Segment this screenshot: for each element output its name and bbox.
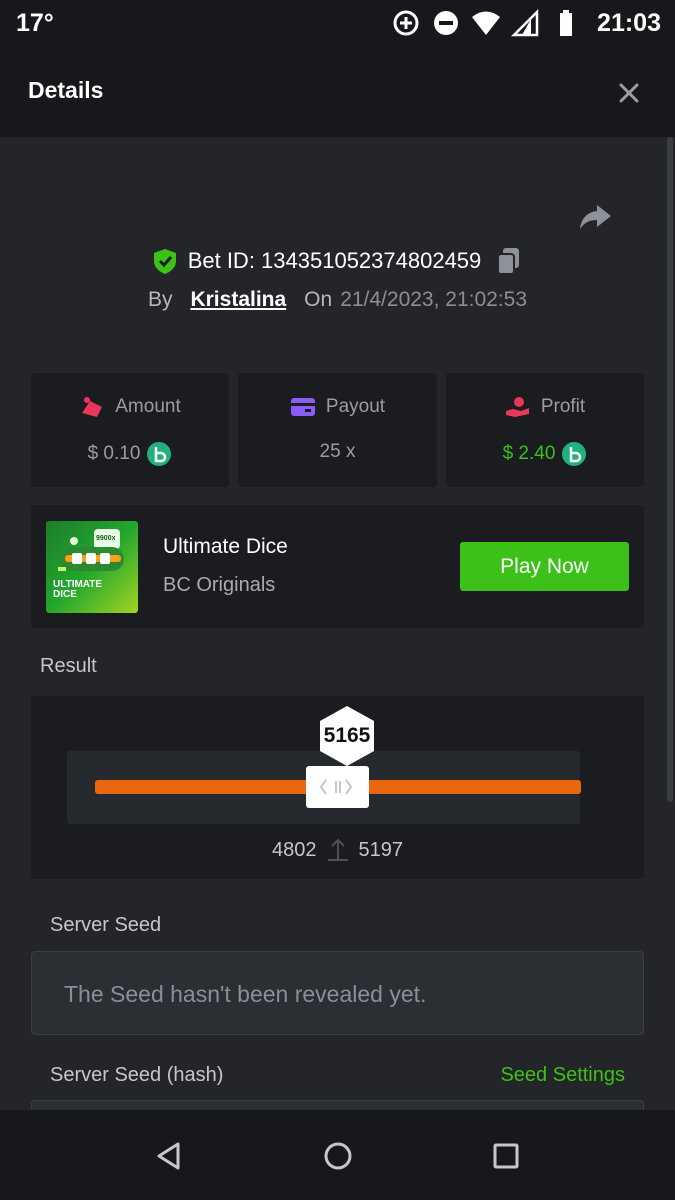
share-icon[interactable]: [577, 199, 613, 235]
thumb-title-2: DICE: [53, 589, 77, 600]
data-saver-icon: [393, 10, 419, 36]
page-title: Details: [28, 77, 104, 103]
payout-label: Payout: [325, 396, 386, 417]
amount-label: Amount: [115, 396, 181, 417]
bcd-coin-icon: [562, 442, 587, 466]
bet-byline: By Kristalina On 21/4/2023, 21:02:53: [0, 288, 675, 312]
payout-icon: [290, 398, 315, 416]
result-label: Result: [40, 655, 97, 677]
back-icon[interactable]: [151, 1138, 187, 1174]
payout-card: Payout 25 x: [238, 373, 437, 487]
bet-date: 21/4/2023, 21:02:53: [340, 288, 528, 311]
system-nav-bar: [0, 1110, 675, 1200]
range-high: 5197: [358, 838, 404, 861]
bcd-coin-icon: [147, 442, 172, 466]
range-arrow-icon: [327, 838, 348, 861]
game-provider: BC Originals: [163, 574, 276, 596]
clock-text: 21:03: [597, 8, 661, 37]
wifi-icon: [472, 11, 501, 35]
close-icon[interactable]: [612, 76, 646, 110]
on-label: On: [304, 288, 333, 311]
server-seed-field[interactable]: The Seed hasn't been revealed yet.: [31, 951, 644, 1035]
game-name: Ultimate Dice: [163, 535, 288, 558]
profit-card: Profit $ 2.40: [446, 373, 644, 487]
copy-icon[interactable]: [495, 246, 523, 276]
server-seed-label: Server Seed: [50, 914, 162, 936]
scrollbar[interactable]: [667, 137, 673, 802]
do-not-disturb-icon: [434, 11, 459, 35]
range-low: 4802: [272, 838, 317, 861]
amount-card: Amount $ 0.10: [31, 373, 229, 487]
home-icon[interactable]: [320, 1138, 356, 1174]
play-now-button[interactable]: Play Now: [460, 542, 629, 591]
amount-value: $ 0.10: [87, 443, 141, 464]
bet-id-row: Bet ID: 134351052374802459: [0, 246, 675, 276]
recents-icon[interactable]: [488, 1138, 524, 1174]
details-header: Details: [0, 46, 675, 137]
game-card: 9900x ULTIMATE DICE Ultimate Dice BC Ori…: [31, 505, 644, 628]
slider-handle: [306, 766, 369, 808]
profit-value: $ 2.40: [502, 443, 556, 464]
profit-label: Profit: [540, 396, 586, 417]
result-panel: 5165 4802 5197: [31, 696, 644, 879]
server-seed-placeholder: The Seed hasn't been revealed yet.: [64, 981, 427, 1007]
temperature-text: 17°: [16, 9, 54, 37]
shield-check-icon: [153, 249, 176, 274]
profit-icon: [505, 397, 529, 417]
server-seed-hash-label: Server Seed (hash): [50, 1064, 224, 1086]
seed-settings-link[interactable]: Seed Settings: [500, 1064, 625, 1087]
by-label: By: [147, 288, 173, 311]
bet-id-text: Bet ID: 134351052374802459: [187, 248, 482, 273]
drag-arrows-icon: [319, 779, 352, 795]
payout-value: 25 x: [319, 441, 356, 462]
username-link[interactable]: Kristalina: [190, 288, 286, 312]
game-thumbnail[interactable]: 9900x ULTIMATE DICE: [46, 521, 138, 613]
signal-icon: [511, 8, 539, 37]
battery-icon: [560, 10, 573, 36]
result-value: 5165: [323, 724, 371, 747]
amount-icon: [82, 397, 103, 417]
status-bar: 17° 21:03: [0, 0, 675, 46]
thumb-badge: 9900x: [96, 535, 116, 542]
result-range: 4802 5197: [31, 836, 644, 864]
